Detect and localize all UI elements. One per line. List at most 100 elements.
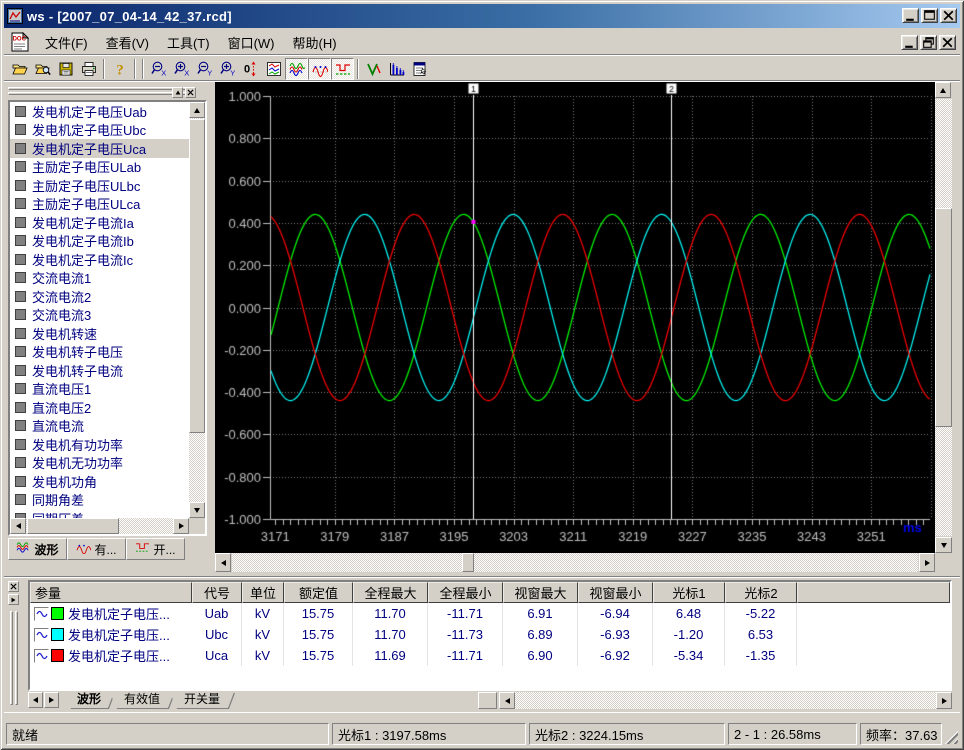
sidebar-channel-item[interactable]: 发电机定子电流Ia [10,213,189,232]
scrollbar-track[interactable] [515,692,936,709]
waveform-chart-canvas[interactable] [215,82,935,553]
rms-view-button[interactable] [308,57,331,80]
properties-button[interactable] [408,58,431,80]
sidebar-channel-item[interactable]: 发电机转速 [10,324,189,343]
scrollbar-thumb[interactable] [189,119,205,433]
sidebar-channel-item[interactable]: 同期压差 [10,509,189,518]
svg-text:Y: Y [230,68,235,77]
sidebar-channel-item[interactable]: 发电机功角 [10,472,189,491]
sidebar-tab-1[interactable]: 波形 [8,538,67,560]
bottom-tab-1[interactable]: 波形 [64,692,114,708]
maximize-button[interactable] [921,8,938,23]
table-horizontal-scrollbar[interactable] [499,692,952,709]
bottom-tab-3[interactable]: 开关量 [170,692,234,708]
sidebar-channel-item[interactable]: 同期角差 [10,491,189,510]
table-row[interactable]: 发电机定子电压... Uca kV 15.75 11.69 -11.71 6.90 -6.92… [30,645,950,666]
menu-item[interactable]: 文件(F) [36,30,97,55]
channel-list-button[interactable] [262,58,285,80]
waveform-visible-checkbox[interactable] [34,648,49,663]
harmonic-bars-button[interactable] [385,58,408,80]
scroll-right-button[interactable] [936,692,952,709]
sidebar-channel-item[interactable]: 交流电流2 [10,287,189,306]
sidebar-channel-item[interactable]: 发电机定子电流Ib [10,232,189,251]
pane-divider[interactable] [4,576,960,578]
tab-scroll-right-button[interactable] [44,692,59,708]
sidebar-channel-item[interactable]: 发电机无功功率 [10,454,189,473]
sidebar-channel-item[interactable]: 直流电流 [10,417,189,436]
scroll-down-button[interactable] [935,537,952,553]
help-button[interactable]: ? [108,58,131,80]
mdi-close-button[interactable] [939,35,956,50]
sidebar-channel-item[interactable]: 直流电压1 [10,380,189,399]
pane-collapse-button[interactable] [172,87,183,98]
scrollbar-track[interactable] [232,553,918,572]
mdi-restore-button[interactable] [920,35,937,50]
pane-close-button[interactable] [8,581,19,592]
scroll-up-button[interactable] [935,82,951,98]
zoom-out-y-button[interactable]: Y [193,58,216,80]
zoom-in-x-button[interactable]: X [170,58,193,80]
sidebar-channel-item[interactable]: 交流电流3 [10,306,189,325]
resize-grip[interactable] [943,729,958,744]
scroll-left-button[interactable] [499,692,515,709]
table-row[interactable]: 发电机定子电压... Uab kV 15.75 11.70 -11.71 6.91 -6.94… [30,603,950,624]
pane-expand-button[interactable] [8,594,19,605]
title-bar[interactable]: ws - [2007_07_04-14_42_37.rcd] [4,4,960,28]
sidebar-channel-item[interactable]: 发电机定子电压Ubc [10,121,189,140]
scroll-right-button[interactable] [919,553,935,572]
chart-horizontal-scrollbar[interactable] [215,553,935,572]
scroll-down-button[interactable] [189,502,205,518]
close-button[interactable] [940,8,957,23]
sidebar-channel-item[interactable]: 发电机有功功率 [10,435,189,454]
menu-item[interactable]: 窗口(W) [219,30,284,55]
menu-item[interactable]: 帮助(H) [284,30,346,55]
sidebar-tab-3[interactable]: 开... [126,538,185,560]
scroll-up-button[interactable] [189,102,205,118]
waveform-visible-checkbox[interactable] [34,627,49,642]
sidebar-channel-item[interactable]: 主励定子电压ULca [10,195,189,214]
waveform-visible-checkbox[interactable] [34,606,49,621]
sidebar-channel-item[interactable]: 发电机定子电压Uca [10,139,189,158]
scroll-right-button[interactable] [173,518,189,534]
open-record-button[interactable] [31,58,54,80]
waveform-view-button[interactable] [285,57,308,80]
sidebar-channel-item[interactable]: 主励定子电压ULbc [10,176,189,195]
sidebar-channel-item[interactable]: 发电机转子电流 [10,361,189,380]
zero-line-button[interactable]: 0 [239,58,262,80]
menu-item[interactable]: 工具(T) [158,30,219,55]
gripper-line [10,611,13,705]
sidebar-channel-item[interactable]: 发电机定子电流Ic [10,250,189,269]
channel-list-vertical-scrollbar[interactable] [189,102,205,518]
document-system-icon[interactable]: DOC [10,32,30,52]
scroll-left-button[interactable] [215,553,231,572]
sidebar-channel-item[interactable]: 发电机定子电压Uab [10,102,189,121]
sidebar-channel-item[interactable]: 交流电流1 [10,269,189,288]
bottom-tab-2[interactable]: 有效值 [110,692,174,708]
open-button[interactable] [8,58,31,80]
tab-scroll-left-button[interactable] [28,692,43,708]
table-row[interactable]: 发电机定子电压... Ubc kV 15.75 11.70 -11.73 6.89 -6.93… [30,624,950,645]
vector-diagram-button[interactable] [362,58,385,80]
sidebar-channel-item[interactable]: 主励定子电压ULab [10,158,189,177]
print-button[interactable] [77,58,100,80]
pane-close-button[interactable] [185,87,196,98]
save-button[interactable] [54,58,77,80]
sidebar-tab-2[interactable]: 有... [67,538,126,560]
zoom-in-y-button[interactable]: Y [216,58,239,80]
scrollbar-thumb[interactable] [27,518,119,534]
minimize-button[interactable] [902,8,919,23]
bottom-dock-strip[interactable] [8,579,26,707]
chart-vertical-scrollbar[interactable] [935,82,952,553]
channel-list-horizontal-scrollbar[interactable] [10,518,189,534]
sidebar-channel-item[interactable]: 直流电压2 [10,398,189,417]
switch-view-button[interactable] [331,57,354,80]
mdi-minimize-button[interactable] [901,35,918,50]
scrollbar-thumb[interactable] [935,208,952,427]
scrollbar-thumb[interactable] [462,553,474,572]
tab-splitter-handle[interactable] [478,692,497,709]
sidebar-channel-item[interactable]: 发电机转子电压 [10,343,189,362]
pane-gripper[interactable] [8,87,186,97]
scroll-left-button[interactable] [10,518,26,534]
zoom-out-x-button[interactable]: X [147,58,170,80]
menu-item[interactable]: 查看(V) [97,30,158,55]
